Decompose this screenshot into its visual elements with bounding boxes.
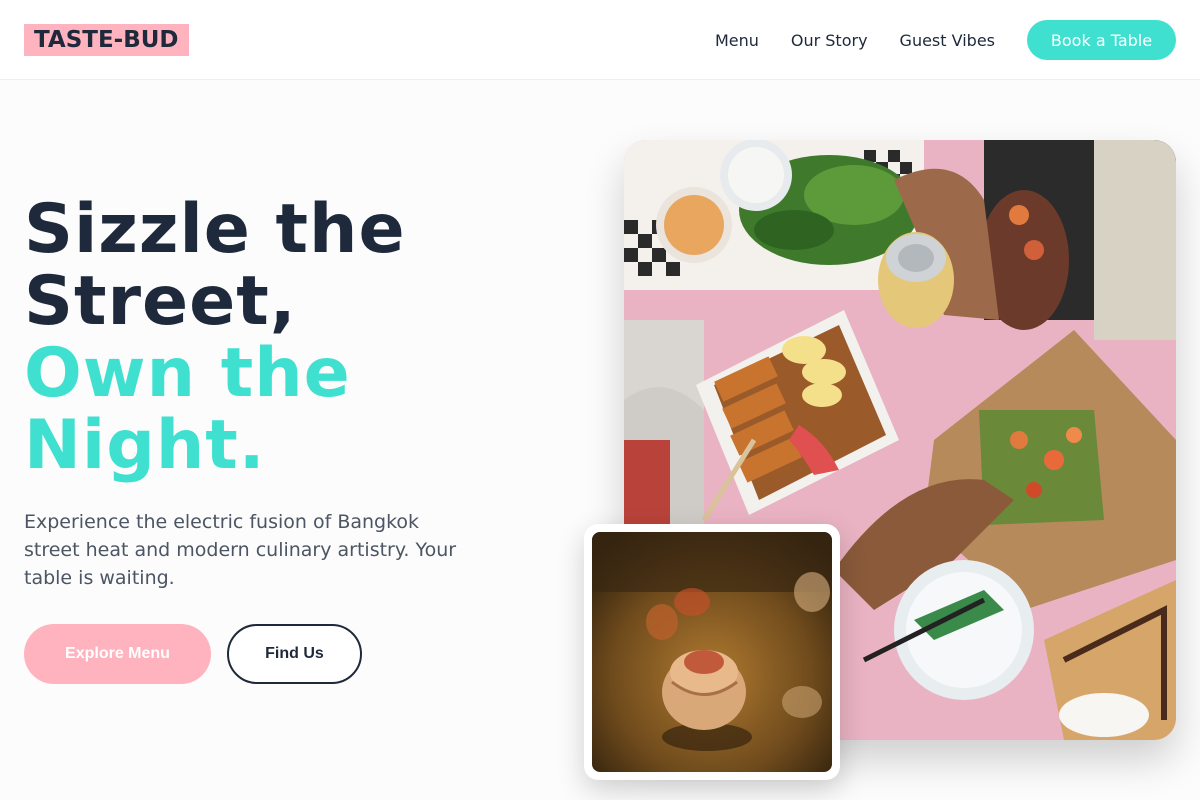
- hero-title-accent-line: Night.: [24, 406, 266, 485]
- nav-link-guest-vibes[interactable]: Guest Vibes: [900, 31, 995, 50]
- nav-link-menu[interactable]: Menu: [715, 31, 759, 50]
- dumpling-photo: [592, 532, 832, 772]
- brand-logo[interactable]: TASTE-BUD: [24, 24, 189, 56]
- hero-subtitle: Experience the electric fusion of Bangko…: [24, 511, 457, 589]
- hero-title-line: Street,: [24, 262, 297, 341]
- find-us-button[interactable]: Find Us: [227, 624, 362, 684]
- explore-menu-button[interactable]: Explore Menu: [24, 624, 211, 684]
- hero-title-accent-line: Own the: [24, 334, 351, 413]
- nav-link-our-story[interactable]: Our Story: [791, 31, 868, 50]
- top-navigation-bar: TASTE-BUD Menu Our Story Guest Vibes Boo…: [0, 0, 1200, 80]
- hero-title-line: Sizzle the: [24, 190, 406, 269]
- main-nav: Menu Our Story Guest Vibes Book a Table: [715, 0, 1176, 80]
- dumpling-photo-card: [584, 524, 840, 780]
- hero-title: Sizzle the Street, Own the Night.: [24, 194, 544, 482]
- book-table-button[interactable]: Book a Table: [1027, 20, 1176, 60]
